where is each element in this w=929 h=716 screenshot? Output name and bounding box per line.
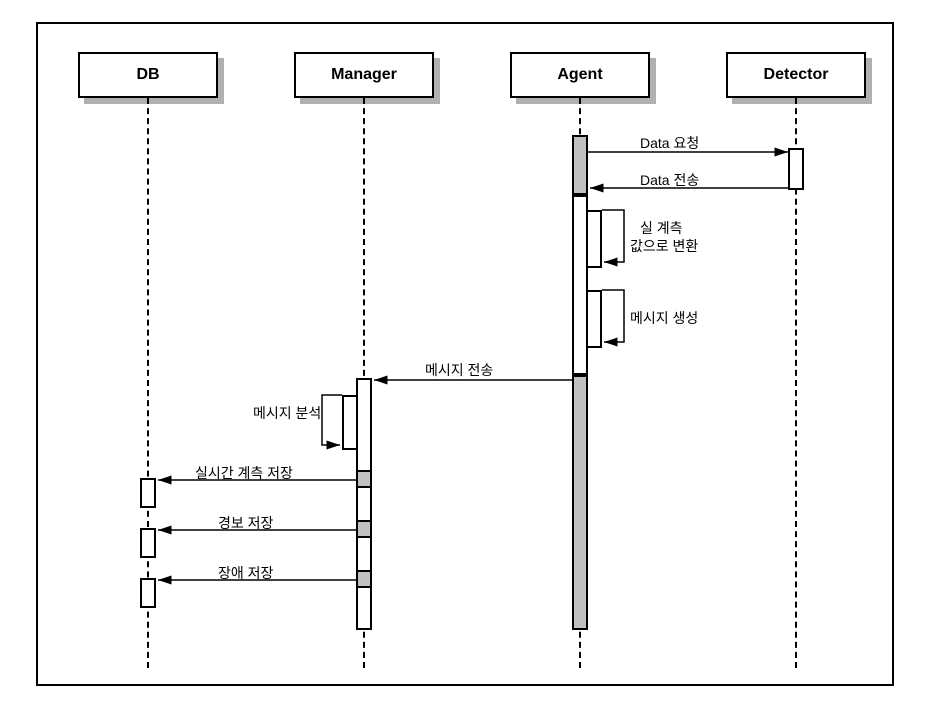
activation-agent-lower-shaded [572, 375, 588, 630]
participant-detector-label: Detector [764, 66, 829, 84]
participant-agent-label: Agent [557, 66, 602, 84]
participant-agent: Agent [510, 52, 650, 98]
activation-manager-self-analyze [342, 395, 358, 450]
activation-detector [788, 148, 804, 190]
activation-db-1 [140, 478, 156, 508]
activation-db-3 [140, 578, 156, 608]
activation-agent-self-create [586, 290, 602, 348]
participant-db: DB [78, 52, 218, 98]
label-alarm-store: 경보 저장 [218, 513, 273, 533]
participant-manager: Manager [294, 52, 434, 98]
activation-manager-band3 [356, 570, 372, 588]
participant-detector: Detector [726, 52, 866, 98]
activation-manager-band2 [356, 520, 372, 538]
activation-manager-band1 [356, 470, 372, 488]
participant-db-label: DB [136, 66, 159, 84]
label-rt-store: 실시간 계측 저장 [195, 463, 293, 483]
activation-db-2 [140, 528, 156, 558]
label-data-request: Data 요청 [640, 133, 699, 153]
activation-agent-top-shaded [572, 135, 588, 195]
label-convert-1: 실 계측 [640, 218, 683, 238]
activation-manager [356, 378, 372, 630]
label-msg-analyze: 메시지 분석 [253, 403, 321, 423]
diagram-border [36, 22, 894, 686]
label-msg-send: 메시지 전송 [425, 360, 493, 380]
label-msg-create: 메시지 생성 [630, 308, 698, 328]
label-convert-2: 값으로 변환 [630, 236, 698, 256]
sequence-diagram: DB Manager Agent Detector Data 요청 Data 전… [0, 0, 929, 716]
label-fault-store: 장애 저장 [218, 563, 273, 583]
participant-manager-label: Manager [331, 66, 397, 84]
label-data-send: Data 전송 [640, 170, 699, 190]
activation-agent-self-convert [586, 210, 602, 268]
